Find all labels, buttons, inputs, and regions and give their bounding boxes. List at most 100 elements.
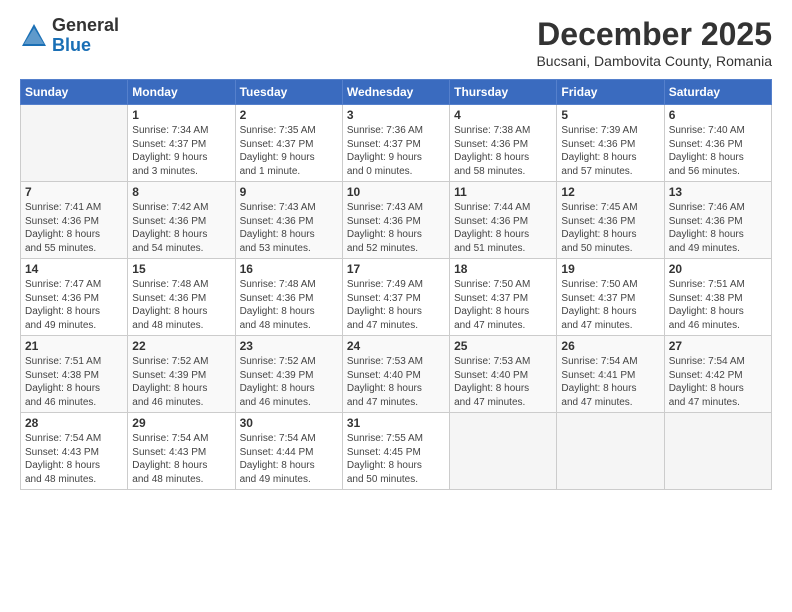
table-row: 13 Sunrise: 7:46 AMSunset: 4:36 PMDayligh… <box>664 182 771 259</box>
day-number: 9 <box>240 185 338 199</box>
table-row: 15 Sunrise: 7:48 AMSunset: 4:36 PMDayligh… <box>128 259 235 336</box>
day-info: Sunrise: 7:48 AMSunset: 4:36 PMDaylight:… <box>132 278 230 332</box>
table-row: 5 Sunrise: 7:39 AMSunset: 4:36 PMDaylight… <box>557 105 664 182</box>
day-info: Sunrise: 7:38 AMSunset: 4:36 PMDaylight:… <box>454 124 552 178</box>
day-number: 12 <box>561 185 659 199</box>
day-info: Sunrise: 7:55 AMSunset: 4:45 PMDaylight:… <box>347 432 445 486</box>
day-number: 8 <box>132 185 230 199</box>
table-row: 26 Sunrise: 7:54 AMSunset: 4:41 PMDayligh… <box>557 336 664 413</box>
col-monday: Monday <box>128 80 235 105</box>
day-info: Sunrise: 7:50 AMSunset: 4:37 PMDaylight:… <box>454 278 552 332</box>
day-number: 14 <box>25 262 123 276</box>
col-thursday: Thursday <box>450 80 557 105</box>
table-row: 4 Sunrise: 7:38 AMSunset: 4:36 PMDaylight… <box>450 105 557 182</box>
day-number: 4 <box>454 108 552 122</box>
calendar-week-row: 21Sunrise: 7:51 AMSunset: 4:38 PMDayligh… <box>21 336 772 413</box>
calendar-week-row: 14 Sunrise: 7:47 AMSunset: 4:36 PMDayligh… <box>21 259 772 336</box>
day-number: 16 <box>240 262 338 276</box>
day-number: 25 <box>454 339 552 353</box>
subtitle: Bucsani, Dambovita County, Romania <box>536 53 772 69</box>
table-row: 17 Sunrise: 7:49 AMSunset: 4:37 PMDayligh… <box>342 259 449 336</box>
day-info: Sunrise: 7:47 AMSunset: 4:36 PMDaylight:… <box>25 278 123 332</box>
table-row: 29 Sunrise: 7:54 AMSunset: 4:43 PMDayligh… <box>128 413 235 490</box>
day-number: 29 <box>132 416 230 430</box>
day-info: Sunrise: 7:50 AMSunset: 4:37 PMDaylight:… <box>561 278 659 332</box>
day-number: 13 <box>669 185 767 199</box>
table-row: 19 Sunrise: 7:50 AMSunset: 4:37 PMDayligh… <box>557 259 664 336</box>
day-number: 18 <box>454 262 552 276</box>
day-info: Sunrise: 7:54 AMSunset: 4:44 PMDaylight:… <box>240 432 338 486</box>
day-info: Sunrise: 7:48 AMSunset: 4:36 PMDaylight:… <box>240 278 338 332</box>
table-row: 30 Sunrise: 7:54 AMSunset: 4:44 PMDayligh… <box>235 413 342 490</box>
day-number: 3 <box>347 108 445 122</box>
day-info: Sunrise: 7:54 AMSunset: 4:41 PMDaylight:… <box>561 355 659 409</box>
table-row: 9 Sunrise: 7:43 AMSunset: 4:36 PMDaylight… <box>235 182 342 259</box>
day-number: 23 <box>240 339 338 353</box>
day-number: 28 <box>25 416 123 430</box>
table-row: 7Sunrise: 7:41 AMSunset: 4:36 PMDaylight… <box>21 182 128 259</box>
calendar: Sunday Monday Tuesday Wednesday Thursday… <box>20 79 772 490</box>
col-friday: Friday <box>557 80 664 105</box>
col-tuesday: Tuesday <box>235 80 342 105</box>
table-row: 8 Sunrise: 7:42 AMSunset: 4:36 PMDaylight… <box>128 182 235 259</box>
table-row <box>450 413 557 490</box>
day-info: Sunrise: 7:45 AMSunset: 4:36 PMDaylight:… <box>561 201 659 255</box>
day-info: Sunrise: 7:54 AMSunset: 4:43 PMDaylight:… <box>25 432 123 486</box>
col-sunday: Sunday <box>21 80 128 105</box>
table-row: 6 Sunrise: 7:40 AMSunset: 4:36 PMDaylight… <box>664 105 771 182</box>
table-row: 25 Sunrise: 7:53 AMSunset: 4:40 PMDayligh… <box>450 336 557 413</box>
table-row: 1 Sunrise: 7:34 AMSunset: 4:37 PMDaylight… <box>128 105 235 182</box>
calendar-header-row: Sunday Monday Tuesday Wednesday Thursday… <box>21 80 772 105</box>
day-number: 26 <box>561 339 659 353</box>
table-row: 20Sunrise: 7:51 AMSunset: 4:38 PMDayligh… <box>664 259 771 336</box>
table-row: 2 Sunrise: 7:35 AMSunset: 4:37 PMDaylight… <box>235 105 342 182</box>
calendar-week-row: 1 Sunrise: 7:34 AMSunset: 4:37 PMDaylight… <box>21 105 772 182</box>
table-row: 23 Sunrise: 7:52 AMSunset: 4:39 PMDayligh… <box>235 336 342 413</box>
table-row: 22Sunrise: 7:52 AMSunset: 4:39 PMDayligh… <box>128 336 235 413</box>
day-number: 17 <box>347 262 445 276</box>
day-number: 2 <box>240 108 338 122</box>
table-row <box>21 105 128 182</box>
table-row <box>664 413 771 490</box>
day-number: 6 <box>669 108 767 122</box>
day-info: Sunrise: 7:42 AMSunset: 4:36 PMDaylight:… <box>132 201 230 255</box>
day-number: 5 <box>561 108 659 122</box>
col-wednesday: Wednesday <box>342 80 449 105</box>
day-info: Sunrise: 7:43 AMSunset: 4:36 PMDaylight:… <box>240 201 338 255</box>
day-info: Sunrise: 7:52 AMSunset: 4:39 PMDaylight:… <box>240 355 338 409</box>
logo-icon <box>20 22 48 50</box>
day-number: 22 <box>132 339 230 353</box>
day-info: Sunrise: 7:40 AMSunset: 4:36 PMDaylight:… <box>669 124 767 178</box>
table-row: 10Sunrise: 7:43 AMSunset: 4:36 PMDayligh… <box>342 182 449 259</box>
day-info: Sunrise: 7:34 AMSunset: 4:37 PMDaylight:… <box>132 124 230 178</box>
day-number: 19 <box>561 262 659 276</box>
logo-area: General Blue <box>20 16 119 56</box>
page: General Blue December 2025 Bucsani, Damb… <box>0 0 792 612</box>
title-area: December 2025 Bucsani, Dambovita County,… <box>536 16 772 69</box>
day-info: Sunrise: 7:35 AMSunset: 4:37 PMDaylight:… <box>240 124 338 178</box>
day-info: Sunrise: 7:39 AMSunset: 4:36 PMDaylight:… <box>561 124 659 178</box>
day-number: 11 <box>454 185 552 199</box>
day-info: Sunrise: 7:46 AMSunset: 4:36 PMDaylight:… <box>669 201 767 255</box>
day-info: Sunrise: 7:43 AMSunset: 4:36 PMDaylight:… <box>347 201 445 255</box>
day-number: 7 <box>25 185 123 199</box>
day-number: 30 <box>240 416 338 430</box>
header: General Blue December 2025 Bucsani, Damb… <box>20 16 772 69</box>
day-info: Sunrise: 7:53 AMSunset: 4:40 PMDaylight:… <box>454 355 552 409</box>
day-number: 1 <box>132 108 230 122</box>
table-row: 28 Sunrise: 7:54 AMSunset: 4:43 PMDayligh… <box>21 413 128 490</box>
table-row <box>557 413 664 490</box>
day-number: 15 <box>132 262 230 276</box>
day-number: 27 <box>669 339 767 353</box>
day-info: Sunrise: 7:44 AMSunset: 4:36 PMDaylight:… <box>454 201 552 255</box>
table-row: 27 Sunrise: 7:54 AMSunset: 4:42 PMDayligh… <box>664 336 771 413</box>
table-row: 3Sunrise: 7:36 AMSunset: 4:37 PMDaylight… <box>342 105 449 182</box>
day-info: Sunrise: 7:54 AMSunset: 4:42 PMDaylight:… <box>669 355 767 409</box>
table-row: 24Sunrise: 7:53 AMSunset: 4:40 PMDayligh… <box>342 336 449 413</box>
logo-blue-text: Blue <box>52 36 119 56</box>
table-row: 18 Sunrise: 7:50 AMSunset: 4:37 PMDayligh… <box>450 259 557 336</box>
table-row: 12 Sunrise: 7:45 AMSunset: 4:36 PMDayligh… <box>557 182 664 259</box>
calendar-week-row: 7Sunrise: 7:41 AMSunset: 4:36 PMDaylight… <box>21 182 772 259</box>
day-info: Sunrise: 7:54 AMSunset: 4:43 PMDaylight:… <box>132 432 230 486</box>
day-info: Sunrise: 7:49 AMSunset: 4:37 PMDaylight:… <box>347 278 445 332</box>
